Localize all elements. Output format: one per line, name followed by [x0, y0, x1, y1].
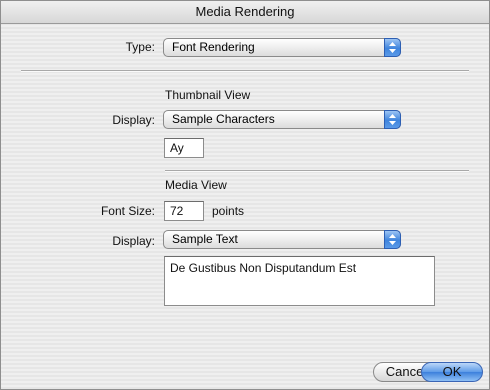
popup-arrows-icon: [384, 38, 401, 57]
font-size-label: Font Size:: [100, 204, 155, 218]
ok-button[interactable]: OK: [421, 362, 483, 382]
media-view-heading: Media View: [165, 178, 227, 192]
separator: [21, 70, 469, 72]
thumbnail-display-label: Display:: [112, 113, 155, 127]
sample-text-area[interactable]: De Gustibus Non Disputandum Est: [164, 256, 435, 306]
popup-arrows-icon: [384, 110, 401, 129]
media-display-label: Display:: [112, 234, 155, 248]
popup-arrows-icon: [384, 230, 401, 249]
separator: [165, 170, 469, 172]
type-popup-value: Font Rendering: [172, 40, 255, 54]
type-label: Type:: [125, 40, 155, 54]
media-display-value: Sample Text: [172, 232, 238, 246]
media-display-popup[interactable]: Sample Text: [163, 230, 401, 249]
thumbnail-view-heading: Thumbnail View: [165, 88, 251, 102]
media-rendering-dialog: Media Rendering Type: Font Rendering Thu…: [0, 0, 490, 390]
window-title: Media Rendering: [1, 1, 489, 24]
font-size-field[interactable]: 72: [164, 201, 204, 221]
thumbnail-display-popup[interactable]: Sample Characters: [163, 110, 401, 129]
font-size-unit: points: [212, 204, 245, 218]
type-popup[interactable]: Font Rendering: [163, 38, 401, 57]
sample-characters-field[interactable]: Ay: [164, 138, 204, 158]
thumbnail-display-value: Sample Characters: [172, 112, 275, 126]
